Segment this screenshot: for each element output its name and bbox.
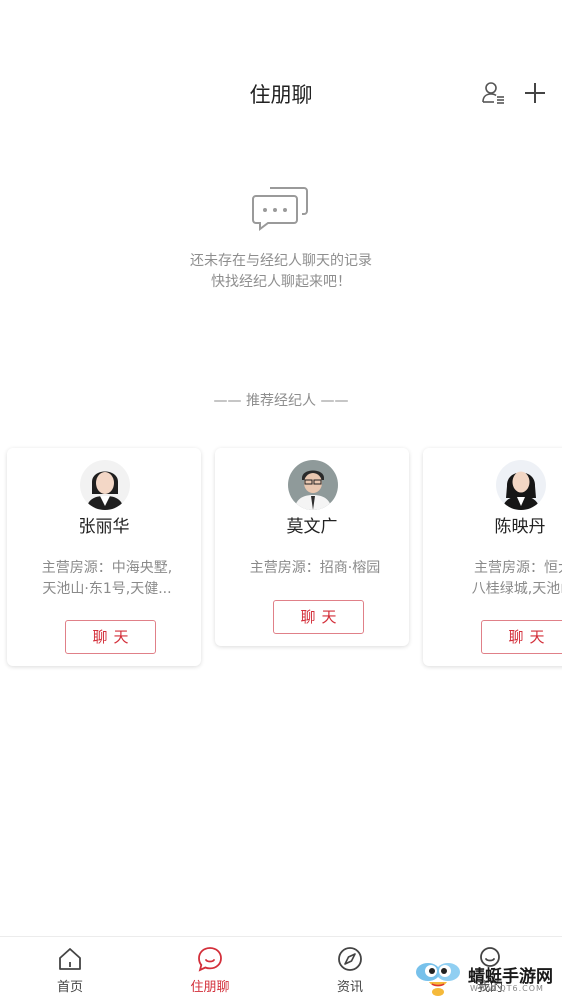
page-title: 住朋聊: [249, 83, 313, 107]
nav-label: 首页: [56, 980, 83, 995]
chat-bubble-icon: [196, 945, 224, 973]
nav-item-home[interactable]: 首页: [0, 937, 140, 999]
recommended-agents-header: —— 推荐经纪人 ——: [213, 393, 349, 409]
agent-name: 张丽华: [78, 517, 130, 537]
nav-item-news[interactable]: 资讯: [280, 937, 420, 999]
empty-chat-icon: [250, 182, 312, 232]
home-icon: [56, 945, 84, 973]
dragonfly-logo-icon: [416, 963, 460, 996]
chat-button[interactable]: 聊天: [273, 600, 364, 634]
watermark: 蜻蜓手游网 WWW.QT6.COM: [414, 956, 562, 998]
specialty-line: 主营房源：招商·榕园: [249, 560, 381, 576]
avatar: [288, 460, 338, 510]
agent-name: 莫文广: [286, 517, 338, 537]
agent-specialty: 主营房源：中海央墅, 天池山·东1号,天健...: [27, 558, 187, 600]
agent-card[interactable]: 莫文广 主营房源：招商·榕园 聊天: [215, 448, 409, 646]
app-screen: 住朋聊 还未存在与经纪人聊天的记录 快找经纪人聊起来吧！ —— 推荐经纪人 ——…: [0, 0, 562, 999]
chat-button[interactable]: 聊天: [481, 620, 562, 654]
contacts-icon[interactable]: [480, 79, 508, 107]
specialty-line: 天池山·东1号,天健...: [42, 581, 172, 597]
agent-card[interactable]: 张丽华 主营房源：中海央墅, 天池山·东1号,天健... 聊天: [7, 448, 201, 666]
specialty-line: 主营房源：恒大: [474, 560, 562, 576]
top-bar: 住朋聊: [0, 62, 562, 122]
nav-label: 资讯: [336, 980, 363, 995]
compass-icon: [336, 945, 364, 973]
add-icon[interactable]: [521, 79, 549, 107]
empty-message-line2: 快找经纪人聊起来吧！: [211, 274, 351, 290]
specialty-line: 主营房源：中海央墅,: [41, 560, 173, 576]
agent-name: 陈映丹: [494, 517, 546, 537]
chat-button[interactable]: 聊天: [65, 620, 156, 654]
agent-card[interactable]: 陈映丹 主营房源：恒大 八桂绿城,天池山 聊天: [423, 448, 562, 666]
avatar: [80, 460, 130, 510]
empty-message-line1: 还未存在与经纪人聊天的记录: [190, 253, 372, 269]
watermark-url: WWW.QT6.COM: [470, 984, 544, 993]
agent-specialty: 主营房源：招商·榕园: [235, 558, 395, 579]
nav-item-chat[interactable]: 住朋聊: [140, 937, 280, 999]
agent-specialty: 主营房源：恒大 八桂绿城,天池山: [443, 558, 562, 600]
specialty-line: 八桂绿城,天池山: [471, 581, 562, 597]
avatar: [496, 460, 546, 510]
nav-label: 住朋聊: [190, 980, 230, 995]
